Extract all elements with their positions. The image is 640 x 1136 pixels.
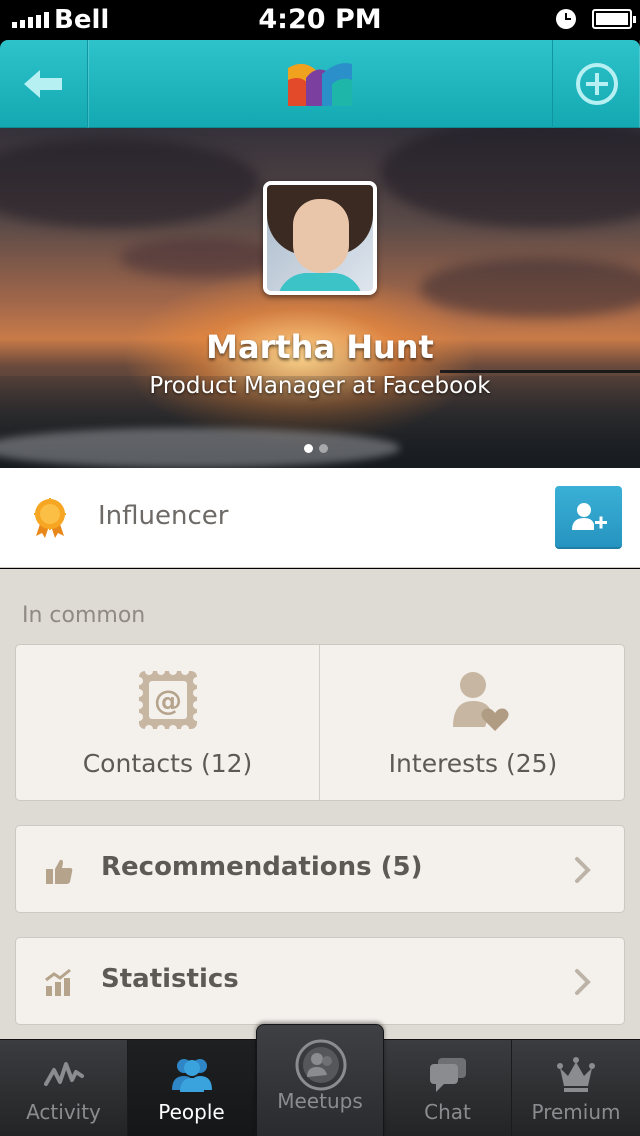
badge-row: Influencer [0,468,640,568]
profile-name: Martha Hunt [206,328,434,366]
tab-label: Premium [531,1100,621,1124]
plus-circle-icon [576,63,618,105]
interests-tile[interactable]: Interests (25) [321,645,625,800]
thumbs-up-icon [46,859,73,884]
tab-people[interactable]: People [128,1040,256,1136]
add-button[interactable] [552,40,640,128]
tab-label: Activity [26,1100,101,1124]
avatar[interactable] [263,181,377,295]
contacts-tile[interactable]: @ Contacts (12) [16,645,320,800]
at-stamp-icon: @ [135,667,201,733]
recommendations-row[interactable]: Recommendations (5) [15,825,625,913]
chevron-right-icon [575,969,591,995]
section-title-in-common: In common [22,603,146,628]
page-dot-1[interactable] [304,444,313,453]
navigation-bar [0,40,640,128]
activity-wave-icon [44,1062,84,1086]
tab-label: Chat [424,1100,471,1124]
tab-label: People [158,1100,225,1124]
back-arrow-icon [24,70,62,98]
page-indicator[interactable] [304,444,328,453]
tab-meetups[interactable]: Meetups [256,1024,384,1136]
chat-bubbles-icon [430,1058,466,1092]
tab-activity[interactable]: Activity [0,1040,128,1136]
badge-label: Influencer [98,501,229,531]
back-button[interactable] [0,40,88,128]
page-dot-2[interactable] [319,444,328,453]
add-contact-button[interactable] [555,486,622,549]
chevron-right-icon [575,857,591,883]
recommendations-label: Recommendations (5) [101,852,423,882]
tab-label: Meetups [277,1089,363,1113]
meetups-icon [295,1039,347,1091]
contacts-label: Contacts (12) [82,749,253,778]
profile-job-title: Product Manager at Facebook [149,373,491,399]
interests-label: Interests (25) [388,749,558,778]
content-area: In common @ Contacts (12) Interests (25)… [0,569,640,1039]
statistics-row[interactable]: Statistics [15,937,625,1025]
tab-bar: Activity People Meetups Chat Premium [0,1024,640,1136]
status-time: 4:20 PM [258,4,382,35]
statistics-label: Statistics [101,964,239,994]
add-contact-icon [572,503,607,530]
person-heart-icon [453,672,509,731]
stats-chart-icon [45,968,71,996]
tab-chat[interactable]: Chat [384,1040,512,1136]
battery-icon [592,9,636,29]
people-icon [172,1059,212,1092]
tab-premium[interactable]: Premium [512,1040,640,1136]
svg-text:@: @ [154,684,182,717]
alarm-clock-icon [556,9,576,29]
profile-header[interactable]: Martha Hunt Product Manager at Facebook [0,128,640,468]
medal-icon [34,498,66,538]
app-logo [288,63,352,106]
crown-icon [557,1057,595,1092]
status-bar: Bell 4:20 PM [0,0,640,40]
in-common-panel: @ Contacts (12) Interests (25) [15,644,625,801]
